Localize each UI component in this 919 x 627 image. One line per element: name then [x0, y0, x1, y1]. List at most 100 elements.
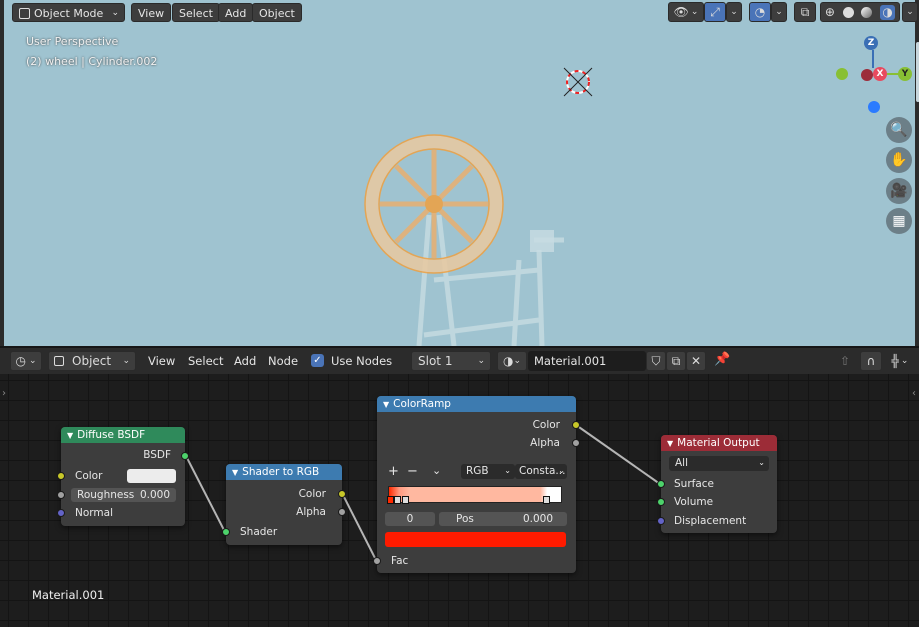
link-color-to-fac — [341, 492, 377, 561]
collapse-arrow-icon[interactable]: ▼ — [67, 431, 73, 440]
normal-input-socket[interactable] — [57, 509, 65, 517]
snap-element-dropdown[interactable]: ╬ ⌄ — [884, 351, 916, 371]
unlink-material-button[interactable]: ✕ — [686, 351, 706, 371]
roughness-field[interactable]: Roughness 0.000 — [71, 488, 176, 502]
diffuse-color-swatch[interactable] — [127, 469, 176, 483]
duplicate-material-button[interactable]: ⧉ — [666, 351, 686, 371]
object-icon — [54, 356, 64, 366]
mode-selector[interactable]: Object Mode ⌄ — [12, 3, 125, 22]
wireframe-shading-icon[interactable]: ⊕ — [825, 5, 835, 19]
gizmo-z-axis[interactable]: Z — [864, 36, 878, 50]
grid-icon: ▦ — [892, 213, 906, 229]
overlay-toggle[interactable]: ◔ — [749, 2, 771, 22]
node-menu-select[interactable]: Select — [188, 354, 223, 368]
up-arrow-icon: ⇧ — [839, 354, 851, 368]
ramp-stop-active[interactable] — [387, 496, 394, 504]
node-menu-node[interactable]: Node — [268, 354, 298, 368]
diffuse-color-input-socket[interactable] — [57, 472, 65, 480]
xray-toggle[interactable]: ⧉ — [794, 2, 816, 22]
shader-to-rgb-alpha-output-socket[interactable] — [338, 508, 346, 516]
solid-shading-icon[interactable] — [842, 6, 854, 18]
visibility-dropdown[interactable]: 👁 ⌄ — [668, 2, 704, 22]
shader-input-socket[interactable] — [222, 528, 230, 536]
chevron-down-icon: ⌄ — [775, 7, 783, 17]
fake-user-button[interactable]: ⛉ — [646, 351, 666, 371]
camera-icon: 🎥 — [890, 183, 908, 199]
gizmo-x-axis[interactable]: X — [873, 67, 887, 81]
camera-view-button[interactable]: 🎥 — [886, 178, 912, 204]
stop-color-swatch[interactable] — [385, 532, 566, 547]
colorramp-color-output-socket[interactable] — [572, 421, 580, 429]
snap-grid-icon: ╬ — [891, 354, 899, 368]
node-material-output-title[interactable]: ▼ Material Output — [661, 435, 777, 451]
material-slot-selector[interactable]: Slot 1 ⌄ — [411, 351, 491, 371]
use-nodes-checkbox[interactable]: ✓ — [311, 354, 324, 367]
node-editor-canvas[interactable]: › ‹ ▼ Diffuse BSDF BSDF Color Roughness 0… — [0, 374, 919, 627]
parent-node-tree-button[interactable]: ⇧ — [835, 351, 855, 371]
ramp-menu-chevron-icon[interactable]: ⌄ — [432, 464, 441, 477]
node-colorramp-title[interactable]: ▼ ColorRamp — [377, 396, 576, 412]
pin-icon[interactable]: 📌 — [714, 352, 730, 367]
node-menu-view[interactable]: View — [148, 354, 175, 368]
ramp-stop[interactable] — [394, 496, 401, 504]
node-diffuse-title[interactable]: ▼ Diffuse BSDF — [61, 427, 185, 443]
gizmo-neg-y[interactable] — [836, 68, 848, 80]
3d-viewport[interactable]: Object Mode ⌄ View Select Add Object 👁 ⌄ ⤢… — [0, 0, 919, 346]
rendered-shading-icon[interactable]: ◑ — [880, 4, 896, 20]
render-target-dropdown[interactable]: All ⌄ — [669, 456, 769, 471]
zoom-button[interactable]: 🔍 — [886, 117, 912, 143]
shader-type-selector[interactable]: Object ⌄ — [48, 351, 136, 371]
shading-modes[interactable]: ⊕ ◑ — [820, 2, 900, 22]
diffuse-bsdf-output-socket[interactable] — [181, 452, 189, 460]
collapse-arrow-icon[interactable]: ▼ — [232, 468, 238, 477]
menu-add[interactable]: Add — [218, 3, 254, 22]
node-menu-add[interactable]: Add — [234, 354, 256, 368]
node-colorramp[interactable]: ▼ ColorRamp Color Alpha + − ⌄ RGB ⌄ Const… — [373, 396, 580, 573]
collapse-arrow-icon[interactable]: ▼ — [383, 400, 389, 409]
add-stop-button[interactable]: + — [388, 464, 399, 479]
remove-stop-button[interactable]: − — [407, 464, 418, 479]
roughness-input-socket[interactable] — [57, 491, 65, 499]
colorramp-alpha-output-socket[interactable] — [572, 439, 580, 447]
gizmo-toggle[interactable]: ⤢ — [704, 2, 726, 22]
editor-type-selector[interactable]: ◷ ⌄ — [10, 351, 42, 371]
interpolation-dropdown[interactable]: Consta... ⌄ — [515, 464, 567, 479]
gizmo-dropdown[interactable]: ⌄ — [726, 2, 742, 22]
menu-object[interactable]: Object — [252, 3, 302, 22]
spinning-wheel-model[interactable] — [344, 120, 604, 346]
fac-input-socket[interactable] — [373, 557, 381, 565]
node-material-output[interactable]: ▼ Material Output All ⌄ Surface Volume Di… — [657, 435, 777, 533]
node-shader-to-rgb[interactable]: ▼ Shader to RGB Color Alpha Shader — [222, 464, 346, 545]
menu-select[interactable]: Select — [172, 3, 220, 22]
node-shader-to-rgb-title[interactable]: ▼ Shader to RGB — [226, 464, 342, 480]
collapse-arrow-icon[interactable]: ▼ — [667, 439, 673, 448]
overlay-dropdown[interactable]: ⌄ — [771, 2, 787, 22]
menu-view[interactable]: View — [131, 3, 172, 22]
material-browse-button[interactable]: ◑ ⌄ — [497, 351, 527, 371]
pan-button[interactable]: ✋ — [886, 147, 912, 173]
node-diffuse-bsdf[interactable]: ▼ Diffuse BSDF BSDF Color Roughness 0.000… — [57, 427, 189, 526]
material-output-volume-label: Volume — [674, 496, 714, 508]
chevron-down-icon: ⌄ — [504, 466, 511, 475]
ramp-stop[interactable] — [543, 496, 550, 504]
gizmo-neg-x[interactable] — [861, 69, 873, 81]
gizmo-y-axis[interactable]: Y — [898, 67, 912, 81]
volume-input-socket[interactable] — [657, 498, 665, 506]
snap-toggle[interactable]: ∩ — [860, 351, 882, 371]
stop-position-field[interactable]: Pos 0.000 — [439, 512, 567, 526]
material-name-field[interactable]: Material.001 — [528, 351, 646, 371]
ramp-stop[interactable] — [402, 496, 409, 504]
shading-dropdown[interactable]: ⌄ — [902, 2, 918, 22]
gizmo-neg-z[interactable] — [868, 101, 880, 113]
view-perspective-label: User Perspective — [26, 35, 119, 48]
color-ramp-gradient[interactable] — [388, 486, 562, 503]
active-stop-index-field[interactable]: 0 — [385, 512, 435, 526]
link-color-to-surface — [575, 424, 661, 485]
color-mode-dropdown[interactable]: RGB ⌄ — [461, 464, 515, 479]
colorramp-alpha-label: Alpha — [530, 437, 560, 449]
ortho-toggle-button[interactable]: ▦ — [886, 208, 912, 234]
surface-input-socket[interactable] — [657, 480, 665, 488]
material-shading-icon[interactable] — [861, 6, 873, 18]
shader-to-rgb-color-output-socket[interactable] — [338, 490, 346, 498]
displacement-input-socket[interactable] — [657, 517, 665, 525]
